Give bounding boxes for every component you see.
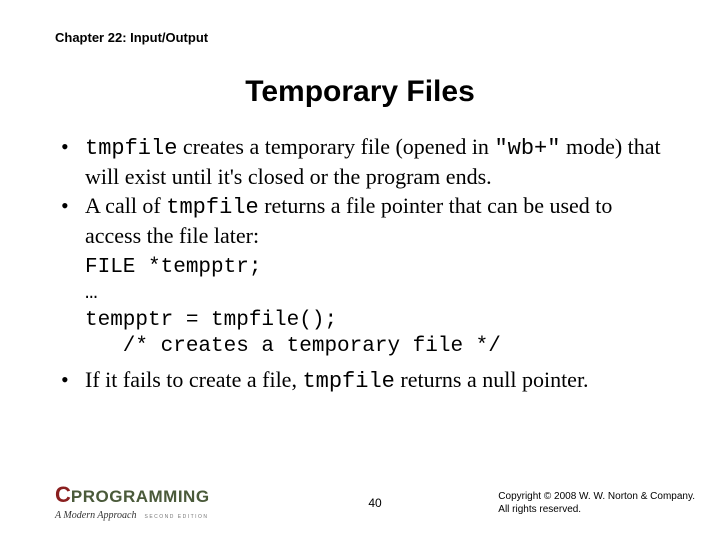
content-area: tmpfile creates a temporary file (opened… [55,133,665,396]
logo-subtitle: A Modern Approach [55,510,136,521]
code-inline: "wb+" [494,136,560,161]
bullet-2: A call of tmpfile returns a file pointer… [55,192,665,249]
copyright: Copyright © 2008 W. W. Norton & Company.… [498,490,695,516]
text: If it fails to create a file, [85,367,302,392]
text: returns a null pointer. [395,367,589,392]
logo-edition: SECOND EDITION [144,514,208,520]
code-inline: tmpfile [166,195,258,220]
copyright-line-1: Copyright © 2008 W. W. Norton & Company. [498,490,695,503]
slide-title: Temporary Files [55,75,665,109]
bullet-1: tmpfile creates a temporary file (opened… [55,133,665,190]
book-logo: C PROGRAMMING A Modern Approach SECOND E… [55,484,210,522]
bullet-3: If it fails to create a file, tmpfile re… [55,366,665,396]
code-inline: tmpfile [302,369,394,394]
chapter-label: Chapter 22: Input/Output [55,30,665,45]
code-inline: tmpfile [85,136,177,161]
text: A call of [85,193,166,218]
logo-c-letter: C [55,484,70,506]
footer: C PROGRAMMING A Modern Approach SECOND E… [55,484,695,522]
logo-programming: PROGRAMMING [71,488,210,505]
text: creates a temporary file (opened in [177,134,494,159]
code-block: FILE *tempptr; … tempptr = tmpfile(); /*… [55,255,665,360]
page-number: 40 [368,496,381,510]
copyright-line-2: All rights reserved. [498,503,695,516]
